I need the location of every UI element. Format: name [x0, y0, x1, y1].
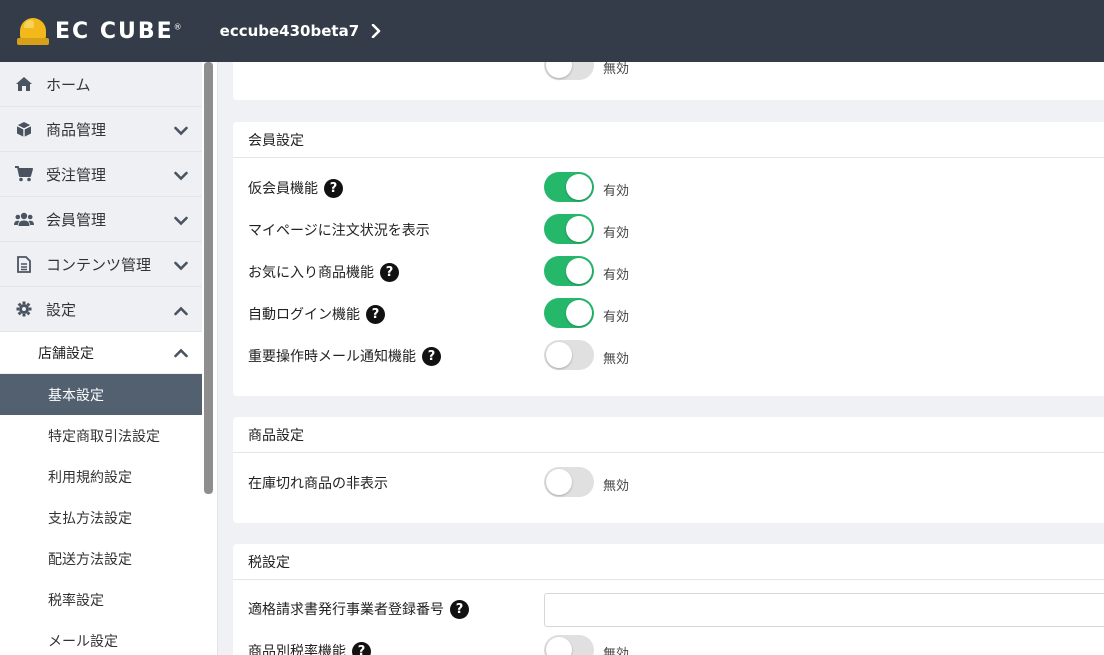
cube-icon	[13, 121, 35, 138]
chevron-down-icon[interactable]	[174, 167, 188, 185]
toggle-state-text: 有効	[603, 310, 630, 325]
setting-label: お気に入り商品機能?	[248, 262, 399, 282]
cart-icon	[13, 166, 35, 182]
chevron-up-icon[interactable]	[174, 346, 188, 362]
eccube-logo[interactable]: EC CUBE®	[17, 16, 182, 46]
submenu-item-basic-settings[interactable]: 基本設定	[0, 374, 202, 415]
setting-label: 適格請求書発行事業者登録番号?	[248, 599, 469, 619]
card-title: 会員設定	[233, 122, 1104, 158]
help-icon[interactable]: ?	[380, 262, 399, 282]
setting-row-invoice-number: 適格請求書発行事業者登録番号?	[248, 593, 1104, 629]
submenu-item-mail[interactable]: メール設定	[0, 620, 202, 655]
member-settings-card: 会員設定 仮会員機能? 有効 マイページに注文状況を表示 有効 お気に入り商品機…	[233, 122, 1104, 396]
card-title: 税設定	[233, 544, 1104, 580]
toggle-mypage-order-status[interactable]	[544, 214, 594, 244]
chevron-down-icon[interactable]	[174, 212, 188, 230]
sidebar-nav: ホーム 商品管理 受注管理 会員管理 コンテンツ管理 設定 店舗設定 基本設定 …	[0, 62, 202, 655]
submenu-item-terms[interactable]: 利用規約設定	[0, 456, 202, 497]
toggle-favorites[interactable]	[544, 256, 594, 286]
setting-label: 在庫切れ商品の非表示	[248, 476, 388, 492]
setting-row-mypage-order-status: マイページに注文状況を表示 有効	[248, 214, 1104, 244]
toggle-state-text: 無効	[603, 352, 630, 367]
sidebar-item-label: 会員管理	[46, 210, 107, 229]
setting-row-product-tax: 商品別税率機能? 無効	[248, 635, 1104, 655]
submenu-item-tax-rate[interactable]: 税率設定	[0, 579, 202, 620]
setting-label: マイページに注文状況を表示	[248, 223, 430, 239]
setting-label: 重要操作時メール通知機能?	[248, 346, 441, 366]
submenu-title: 店舗設定	[38, 345, 94, 362]
toggle-state-text: 有効	[603, 184, 630, 199]
help-icon[interactable]: ?	[352, 641, 371, 655]
scrollbar-thumb[interactable]	[204, 62, 213, 494]
submenu-item-payment[interactable]: 支払方法設定	[0, 497, 202, 538]
home-icon	[13, 76, 35, 92]
toggle-auto-login[interactable]	[544, 298, 594, 328]
file-icon	[13, 255, 35, 273]
setting-row-temp-member: 仮会員機能? 有効	[248, 172, 1104, 202]
chevron-down-icon[interactable]	[174, 257, 188, 275]
logo-mark-icon	[17, 16, 49, 46]
invoice-number-input[interactable]	[544, 593, 1104, 627]
chevron-up-icon[interactable]	[174, 302, 188, 320]
setting-label: 仮会員機能?	[248, 178, 343, 198]
toggle-state-text: 無効	[603, 647, 630, 655]
toggle-state-text: 有効	[603, 268, 630, 283]
setting-row-important-mail: 重要操作時メール通知機能? 無効	[248, 340, 1104, 370]
setting-label: 商品別税率機能?	[248, 641, 371, 655]
logo-text: EC CUBE®	[55, 18, 182, 44]
toggle-product-tax[interactable]	[544, 635, 594, 655]
setting-row-favorites: お気に入り商品機能? 有効	[248, 256, 1104, 286]
sidebar-item-label: 受注管理	[46, 165, 107, 184]
partial-settings-card: 無効	[233, 62, 1104, 100]
product-settings-card: 商品設定 在庫切れ商品の非表示 無効	[233, 417, 1104, 523]
toggle-state-text: 有効	[603, 226, 630, 241]
help-icon[interactable]: ?	[324, 178, 343, 198]
sidebar-item-label: 商品管理	[46, 120, 107, 139]
users-icon	[13, 212, 35, 227]
help-icon[interactable]: ?	[366, 304, 385, 324]
submenu-shop-settings[interactable]: 店舗設定	[0, 332, 202, 374]
sidebar-item-members[interactable]: 会員管理	[0, 197, 202, 242]
sidebar-item-orders[interactable]: 受注管理	[0, 152, 202, 197]
chevron-down-icon[interactable]	[174, 122, 188, 140]
setting-label: 自動ログイン機能?	[248, 304, 385, 324]
gear-icon	[13, 301, 35, 317]
shop-name-link[interactable]: eccube430beta7	[220, 22, 360, 40]
toggle-state-text: 無効	[603, 479, 630, 494]
partial-toggle[interactable]	[544, 62, 594, 80]
sidebar-item-label: ホーム	[46, 75, 91, 94]
partial-setting-row: 無効	[248, 62, 1104, 80]
sidebar-scrollbar[interactable]	[204, 62, 213, 494]
toggle-temp-member[interactable]	[544, 172, 594, 202]
help-icon[interactable]: ?	[422, 346, 441, 366]
sidebar-item-label: コンテンツ管理	[46, 255, 152, 274]
submenu-item-delivery[interactable]: 配送方法設定	[0, 538, 202, 579]
main-content: 無効 会員設定 仮会員機能? 有効 マイページに注文状況を表示 有効 お気に入り…	[218, 62, 1104, 655]
chevron-right-icon[interactable]	[371, 24, 381, 38]
sidebar-item-contents[interactable]: コンテンツ管理	[0, 242, 202, 287]
help-icon[interactable]: ?	[450, 599, 469, 619]
setting-row-hide-out-of-stock: 在庫切れ商品の非表示 無効	[248, 467, 1104, 497]
tax-settings-card: 税設定 適格請求書発行事業者登録番号? 商品別税率機能? 無効	[233, 544, 1104, 655]
toggle-state-text: 無効	[603, 62, 630, 77]
sidebar-item-home[interactable]: ホーム	[0, 62, 202, 107]
toggle-important-mail[interactable]	[544, 340, 594, 370]
setting-row-auto-login: 自動ログイン機能? 有効	[248, 298, 1104, 328]
sidebar-item-products[interactable]: 商品管理	[0, 107, 202, 152]
sidebar-item-label: 設定	[46, 300, 77, 319]
toggle-hide-out-of-stock[interactable]	[544, 467, 594, 497]
sidebar: ホーム 商品管理 受注管理 会員管理 コンテンツ管理 設定 店舗設定 基本設定 …	[0, 62, 218, 655]
top-header: EC CUBE® eccube430beta7	[0, 0, 1104, 62]
sidebar-item-settings[interactable]: 設定	[0, 287, 202, 332]
submenu-item-tokushoho[interactable]: 特定商取引法設定	[0, 415, 202, 456]
card-title: 商品設定	[233, 417, 1104, 453]
